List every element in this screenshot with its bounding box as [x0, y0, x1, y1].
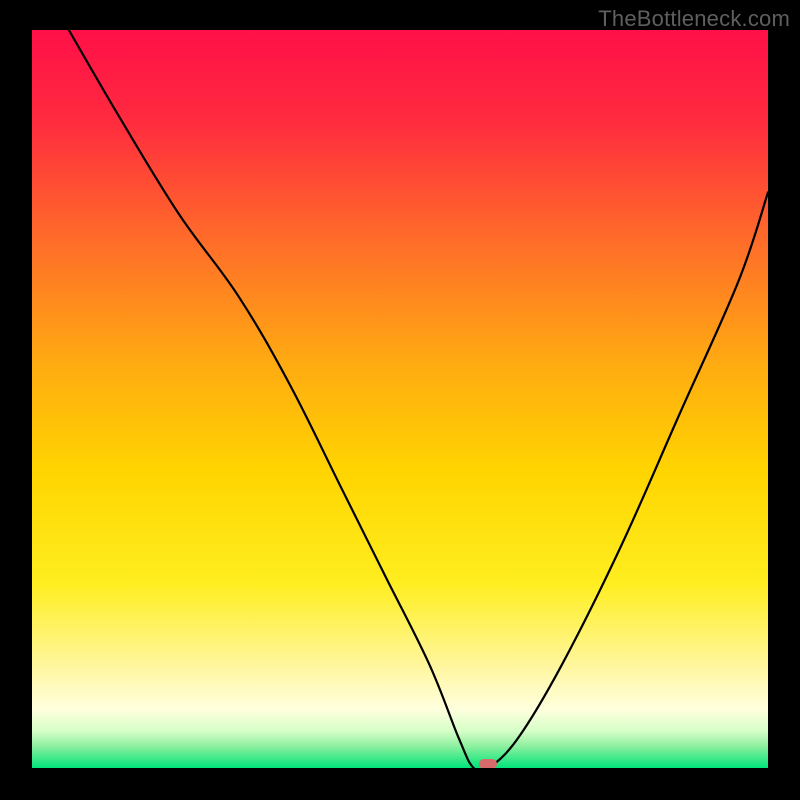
chart-container: TheBottleneck.com	[0, 0, 800, 800]
plot-area	[32, 30, 768, 768]
optimal-point-marker	[479, 759, 497, 768]
watermark-text: TheBottleneck.com	[598, 6, 790, 32]
bottleneck-curve	[32, 30, 768, 768]
